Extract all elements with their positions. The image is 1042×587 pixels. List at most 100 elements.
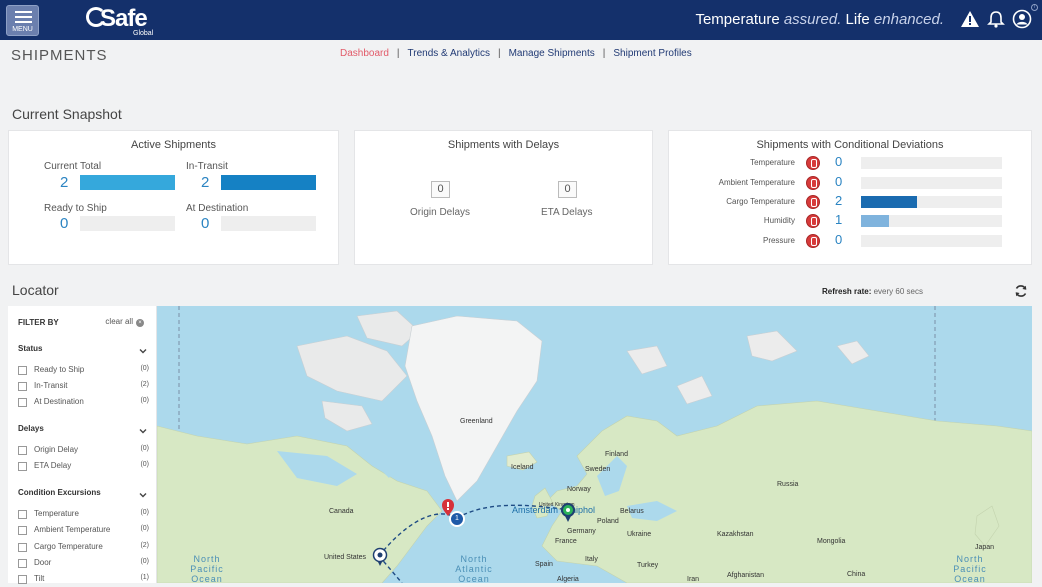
- ready-to-ship-label: Ready to Ship: [44, 203, 107, 214]
- card-title: Shipments with Conditional Deviations: [756, 139, 944, 151]
- map-label: Iran: [687, 576, 700, 583]
- checkbox[interactable]: [18, 382, 27, 391]
- checkbox[interactable]: [18, 398, 27, 407]
- filter-item-count: (1): [140, 574, 149, 581]
- filter-item-temperature[interactable]: Temperature (0): [18, 508, 149, 522]
- filter-item-eta-delay[interactable]: ETA Delay (0): [18, 460, 149, 474]
- thermometer-icon: [806, 176, 820, 190]
- in-transit-label: In-Transit: [186, 161, 228, 172]
- checkbox[interactable]: [18, 366, 27, 375]
- gauge-icon: [806, 234, 820, 248]
- map-landmasses: [157, 306, 1032, 583]
- map-label: Belarus: [620, 508, 644, 515]
- deviation-value: 0: [835, 232, 843, 247]
- filter-group-status[interactable]: Status: [18, 344, 42, 353]
- destination-pin-icon[interactable]: [560, 501, 576, 523]
- shipment-map[interactable]: Greenland Iceland Canada United States S…: [157, 306, 1032, 583]
- filter-item-ambient-temperature[interactable]: Ambient Temperature (0): [18, 524, 149, 538]
- filter-item-count: (0): [140, 397, 149, 404]
- ocean-label: North Atlantic Ocean: [455, 554, 493, 583]
- filter-item-door[interactable]: Door (0): [18, 557, 149, 571]
- map-label: Mongolia: [817, 538, 846, 545]
- nav-dashboard[interactable]: Dashboard: [340, 48, 389, 59]
- checkbox[interactable]: [18, 510, 27, 519]
- checkbox[interactable]: [18, 462, 27, 471]
- in-transit-value[interactable]: 2: [201, 174, 209, 191]
- filter-item-origin-delay[interactable]: Origin Delay (0): [18, 444, 149, 458]
- map-label: Turkey: [637, 562, 659, 569]
- checkbox[interactable]: [18, 559, 27, 568]
- logo-subtext: Global: [133, 30, 154, 37]
- chevron-down-icon[interactable]: [139, 491, 147, 499]
- map-label: Ukraine: [627, 531, 652, 538]
- destination-marker-label: Amsterdam Schiphol: [512, 505, 596, 515]
- deviation-value: 0: [835, 174, 843, 189]
- deviation-label: Cargo Temperature: [726, 197, 795, 206]
- locator-heading: Locator: [12, 282, 59, 298]
- checkbox[interactable]: [18, 446, 27, 455]
- deviation-label: Humidity: [763, 216, 795, 225]
- at-destination-label: At Destination: [186, 203, 249, 214]
- deviation-bar: [861, 235, 1002, 247]
- nav-trends-analytics[interactable]: Trends & Analytics: [408, 48, 490, 59]
- filter-panel: FILTER BY clear all × Status Ready to Shi…: [8, 306, 157, 584]
- checkbox[interactable]: [18, 543, 27, 552]
- filter-item-cargo-temperature[interactable]: Cargo Temperature (2): [18, 541, 149, 555]
- top-bar: MENU Safe Global Temperature assured. Li…: [0, 0, 1042, 40]
- deviation-row-cargo-temperature[interactable]: Cargo Temperature 2: [669, 193, 1031, 212]
- map-label: Afghanistan: [727, 572, 764, 579]
- ready-to-ship-value[interactable]: 0: [60, 215, 68, 232]
- bell-icon[interactable]: [986, 9, 1006, 31]
- info-icon[interactable]: i: [1031, 4, 1038, 11]
- filter-item-label: Tilt: [34, 574, 45, 583]
- deviation-row-temperature[interactable]: Temperature 0: [669, 154, 1031, 173]
- deviation-value: 0: [835, 154, 843, 169]
- filter-group-delays[interactable]: Delays: [18, 424, 44, 433]
- deviation-row-ambient-temperature[interactable]: Ambient Temperature 0: [669, 174, 1031, 193]
- filter-item-in-transit[interactable]: In-Transit (2): [18, 380, 149, 394]
- user-icon[interactable]: [1012, 9, 1032, 31]
- filter-item-label: At Destination: [34, 397, 84, 406]
- eta-delays-value[interactable]: 0: [558, 181, 577, 198]
- filter-item-count: (2): [140, 381, 149, 388]
- tagline-part: assured.: [783, 11, 842, 28]
- map-label: Algeria: [557, 576, 579, 583]
- refresh-icon[interactable]: [1014, 284, 1028, 298]
- alert-icon[interactable]: [960, 9, 980, 31]
- chevron-down-icon[interactable]: [139, 347, 147, 355]
- filter-group-condition-excursions[interactable]: Condition Excursions: [18, 488, 101, 497]
- filter-item-count: (0): [140, 525, 149, 532]
- checkbox[interactable]: [18, 526, 27, 535]
- filter-item-label: In-Transit: [34, 381, 68, 390]
- deviation-value: 2: [835, 193, 843, 208]
- deviation-bar: [861, 215, 1002, 227]
- filter-item-count: (0): [140, 365, 149, 372]
- nav-shipment-profiles[interactable]: Shipment Profiles: [613, 48, 691, 59]
- filter-item-ready-to-ship[interactable]: Ready to Ship (0): [18, 364, 149, 378]
- filter-item-count: (0): [140, 445, 149, 452]
- clear-all-button[interactable]: clear all ×: [105, 317, 144, 327]
- menu-button[interactable]: MENU: [6, 5, 39, 36]
- map-label: Germany: [567, 528, 596, 535]
- deviation-label: Temperature: [750, 158, 795, 167]
- deviation-value: 1: [835, 212, 843, 227]
- origin-delays-value[interactable]: 0: [431, 181, 450, 198]
- filter-item-tilt[interactable]: Tilt (1): [18, 573, 149, 587]
- deviation-row-humidity[interactable]: Humidity 1: [669, 212, 1031, 231]
- nav-separator: |: [497, 48, 501, 59]
- at-destination-value[interactable]: 0: [201, 215, 209, 232]
- deviation-row-pressure[interactable]: Pressure 0: [669, 232, 1031, 251]
- deviation-bar-fill: [861, 215, 890, 227]
- current-total-value[interactable]: 2: [60, 174, 68, 191]
- origin-pin-icon[interactable]: [372, 547, 388, 567]
- refresh-rate-label: Refresh rate:: [822, 287, 872, 296]
- deviation-bar: [861, 157, 1002, 169]
- chevron-down-icon[interactable]: [139, 427, 147, 435]
- nav-manage-shipments[interactable]: Manage Shipments: [509, 48, 595, 59]
- filter-item-at-destination[interactable]: At Destination (0): [18, 396, 149, 410]
- map-label: Italy: [585, 556, 598, 563]
- logo-text: Safe: [100, 5, 148, 32]
- map-label: Greenland: [460, 418, 493, 425]
- filter-heading: FILTER BY: [18, 318, 59, 327]
- cluster-marker[interactable]: 1: [449, 511, 465, 527]
